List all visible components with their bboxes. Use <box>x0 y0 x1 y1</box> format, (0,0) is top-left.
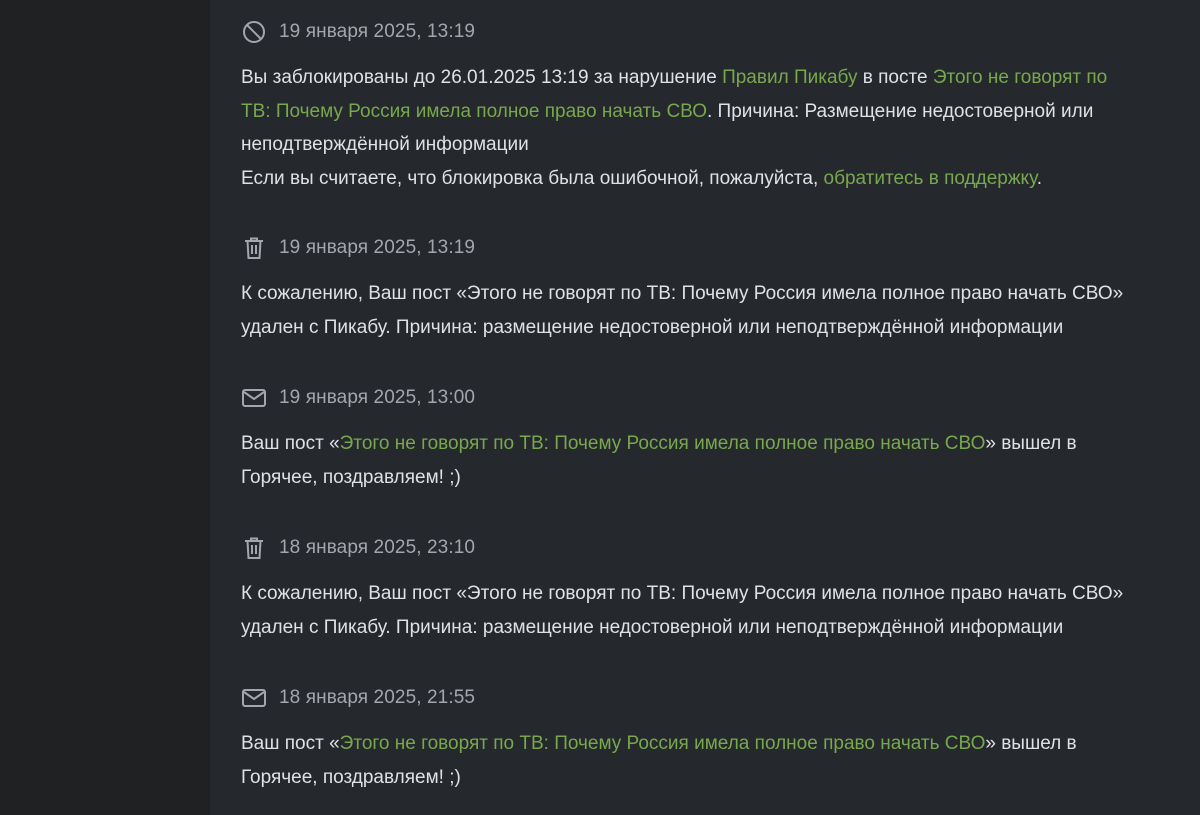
text-line: К сожалению, Ваш пост «Этого не говорят … <box>241 277 1171 311</box>
notification-date: 18 января 2025, 23:10 <box>279 537 476 558</box>
notification-text: Ваш пост «Этого не говорят по ТВ: Почему… <box>241 427 1171 494</box>
notification-date: 19 января 2025, 13:19 <box>279 21 476 42</box>
text-line: Ваш пост «Этого не говорят по ТВ: Почему… <box>241 727 1171 761</box>
notification-header: 18 января 2025, 23:10 <box>241 533 1171 563</box>
text-fragment: удален с Пикабу. Причина: размещение нед… <box>241 316 1064 338</box>
text-fragment: Если вы считаете, что блокировка была ош… <box>241 167 824 189</box>
post-title-link[interactable]: Этого не говорят по ТВ: Почему Россия им… <box>340 733 986 754</box>
text-fragment: Вы заблокированы до 26.01.2025 13:19 за … <box>241 67 723 88</box>
text-fragment: неподтверждённой информации <box>241 134 529 155</box>
notification-item: 18 января 2025, 21:55 Ваш пост «Этого не… <box>241 683 1171 794</box>
notification-date: 19 января 2025, 13:00 <box>279 387 476 408</box>
notification-header: 19 января 2025, 13:19 <box>241 233 1171 263</box>
trash-icon <box>241 535 267 561</box>
text-fragment: . <box>1036 167 1042 189</box>
text-line: удален с Пикабу. Причина: размещение нед… <box>241 611 1171 645</box>
post-title-link[interactable]: ТВ: Почему Россия имела полное право нач… <box>241 101 707 122</box>
notification-date: 18 января 2025, 21:55 <box>279 687 476 708</box>
notification-item: 19 января 2025, 13:19 К сожалению, Ваш п… <box>241 233 1171 344</box>
notification-header: 19 января 2025, 13:00 <box>241 383 1171 413</box>
text-line: неподтверждённой информации <box>241 128 1171 162</box>
notification-text: Ваш пост «Этого не говорят по ТВ: Почему… <box>241 727 1171 794</box>
text-fragment: удален с Пикабу. Причина: размещение нед… <box>241 616 1064 638</box>
notification-text: К сожалению, Ваш пост «Этого не говорят … <box>241 277 1171 344</box>
trash-icon <box>241 235 267 261</box>
text-line: Ваш пост «Этого не говорят по ТВ: Почему… <box>241 427 1171 461</box>
mail-icon <box>241 685 267 711</box>
notification-date: 19 января 2025, 13:19 <box>279 237 476 258</box>
notification-item: 18 января 2025, 23:10 К сожалению, Ваш п… <box>241 533 1171 644</box>
pikabu-rules-link[interactable]: Правил Пикабу <box>722 67 857 88</box>
notification-text: К сожалению, Ваш пост «Этого не говорят … <box>241 577 1171 644</box>
text-line: Горячее, поздравляем! ;) <box>241 461 1171 495</box>
text-fragment: » вышел в <box>985 433 1077 454</box>
text-fragment: в посте <box>857 67 933 88</box>
mail-icon <box>241 385 267 411</box>
text-fragment: К сожалению, Ваш пост «Этого не говорят … <box>241 583 1124 604</box>
text-fragment: Ваш пост « <box>241 433 340 454</box>
text-fragment: Ваш пост « <box>241 733 340 754</box>
text-fragment: Горячее, поздравляем! ;) <box>241 766 461 788</box>
text-line: Если вы считаете, что блокировка была ош… <box>241 162 1171 196</box>
post-title-link[interactable]: Этого не говорят по <box>933 67 1107 88</box>
notification-item: 19 января 2025, 13:00 Ваш пост «Этого не… <box>241 383 1171 494</box>
text-line: удален с Пикабу. Причина: размещение нед… <box>241 311 1171 345</box>
text-fragment: » вышел в <box>985 733 1077 754</box>
text-line: ТВ: Почему Россия имела полное право нач… <box>241 95 1171 129</box>
text-line: Горячее, поздравляем! ;) <box>241 761 1171 795</box>
text-line: Вы заблокированы до 26.01.2025 13:19 за … <box>241 61 1171 95</box>
text-fragment: Горячее, поздравляем! ;) <box>241 466 461 488</box>
text-fragment: . Причина: Размещение недостоверной или <box>706 100 1094 122</box>
notification-text: Вы заблокированы до 26.01.2025 13:19 за … <box>241 61 1171 195</box>
text-line: К сожалению, Ваш пост «Этого не говорят … <box>241 577 1171 611</box>
text-fragment: К сожалению, Ваш пост «Этого не говорят … <box>241 283 1124 304</box>
post-title-link[interactable]: Этого не говорят по ТВ: Почему Россия им… <box>340 433 986 454</box>
block-icon <box>241 19 267 45</box>
notification-header: 18 января 2025, 21:55 <box>241 683 1171 713</box>
support-link[interactable]: обратитесь в поддержку <box>824 168 1037 189</box>
notification-item: 19 января 2025, 13:19 Вы заблокированы д… <box>241 17 1171 195</box>
notification-header: 19 января 2025, 13:19 <box>241 17 1171 47</box>
